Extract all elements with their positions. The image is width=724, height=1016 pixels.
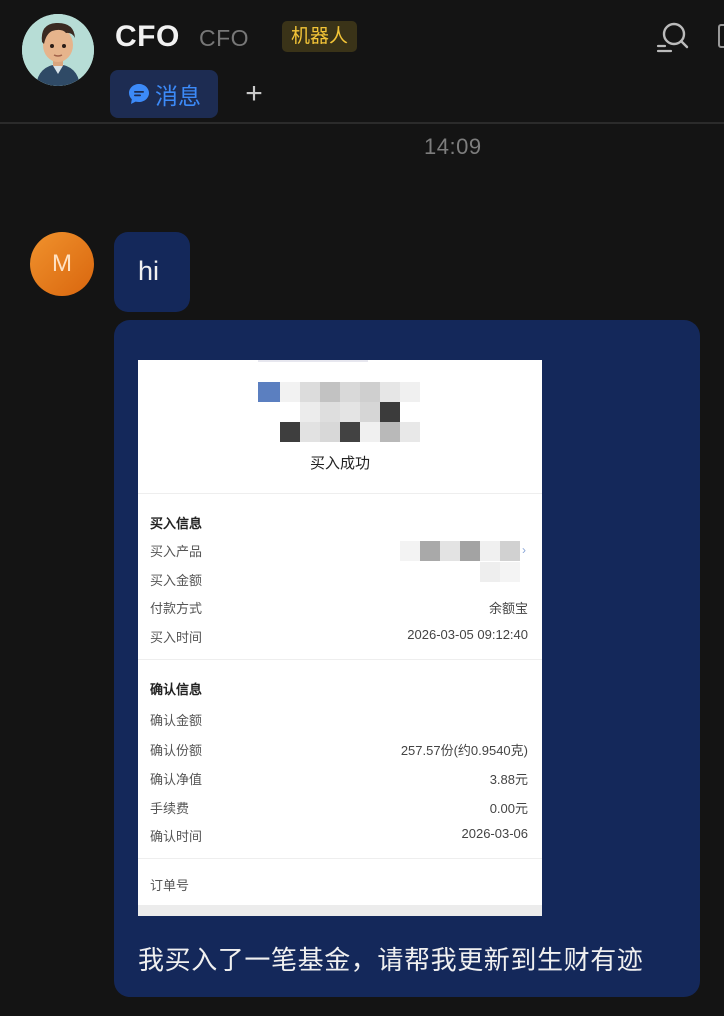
message-bubble[interactable]: 买入成功 买入信息 买入产品 › 买入金额 付款方式 余额宝 买入时间 2026… [114,320,700,997]
row-value: 257.57份(约0.9540克) [400,743,528,758]
divider [138,858,542,859]
section-heading: 买入信息 [150,516,203,531]
divider [138,659,542,660]
row-label: 付款方式 [150,601,203,616]
bot-badge: 机器人 [282,21,358,52]
chat-bubble-icon [129,84,149,104]
row-label: 确认份额 [150,743,203,758]
chat-title: CFO [115,20,180,53]
message-text: hi [138,256,160,286]
row-value: 2026-03-05 09:12:40 [407,627,528,642]
message-text: 我买入了一笔基金，请帮我更新到生财有迹 [138,945,644,975]
section-heading: 确认信息 [150,682,203,697]
header-divider [0,122,724,124]
row-value: 余额宝 [488,601,528,616]
row-label: 确认金额 [150,713,203,728]
message-timestamp: 14:09 [424,134,482,159]
redacted-mosaic [138,360,542,460]
row-label: 手续费 [150,801,190,816]
add-icon[interactable]: + [240,78,268,110]
divider [138,493,542,494]
user-avatar[interactable]: M [30,232,94,296]
receipt-status: 买入成功 [309,455,370,472]
chat-subtitle: CFO [199,25,250,51]
attached-image[interactable]: 买入成功 买入信息 买入产品 › 买入金额 付款方式 余额宝 买入时间 2026… [138,360,542,916]
row-label: 确认时间 [150,829,203,844]
tab-messages[interactable]: 消息 [110,70,218,118]
more-options-icon[interactable] [718,24,724,48]
row-label: 买入金额 [150,573,203,588]
row-label: 确认净值 [150,772,203,787]
row-label: 买入产品 [150,544,203,559]
redacted-mosaic [480,562,520,582]
receipt-footer [138,905,542,916]
row-label: 买入时间 [150,630,203,645]
order-number-label: 订单号 [150,878,190,893]
bot-avatar[interactable] [22,14,94,86]
tab-messages-label: 消息 [155,83,201,109]
row-value: 3.88元 [489,772,528,787]
search-icon[interactable] [654,20,690,56]
row-value: 0.00元 [489,801,528,816]
message-bubble[interactable]: hi [114,232,190,312]
row-value: 2026-03-06 [461,826,529,841]
redacted-mosaic: › [400,541,530,563]
